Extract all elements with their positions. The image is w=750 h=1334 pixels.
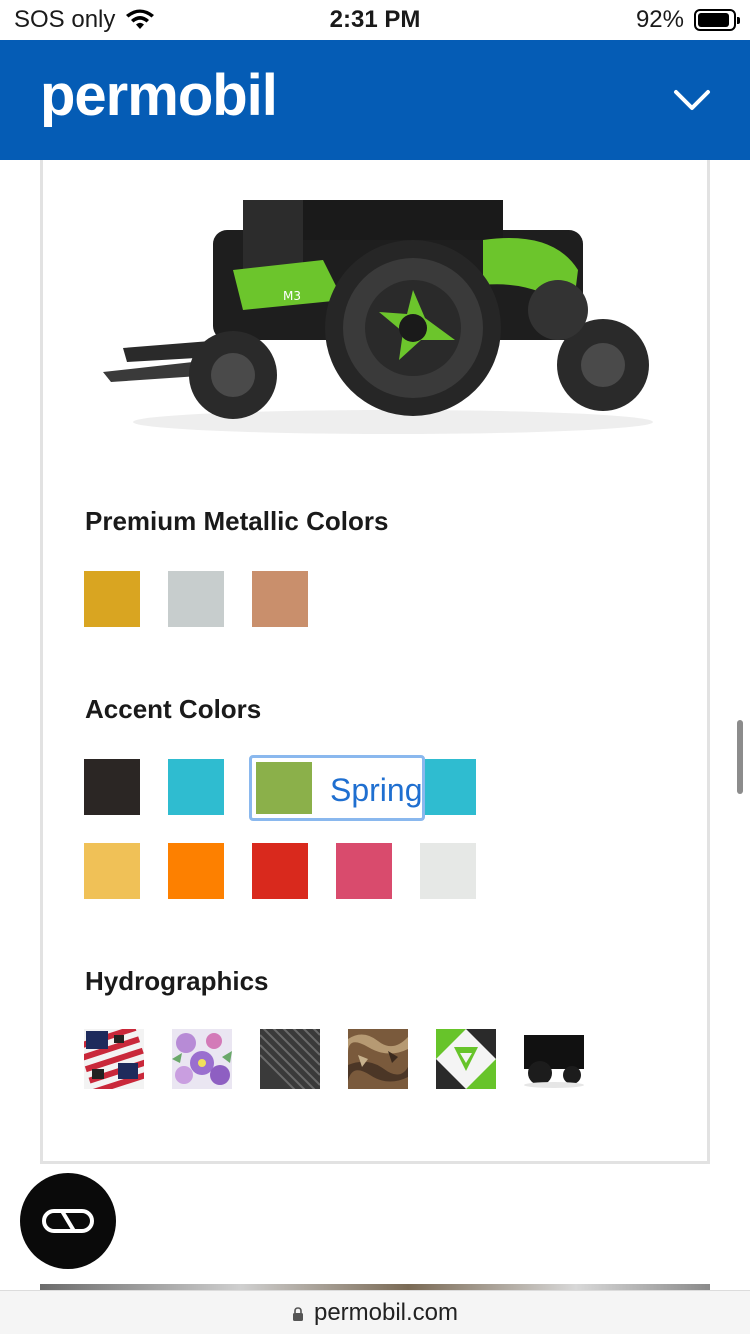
battery-icon xyxy=(694,9,740,31)
accent-color-swatch-2[interactable] xyxy=(168,759,224,815)
m3-badge: M3 xyxy=(283,289,301,303)
premium-color-swatch-2[interactable] xyxy=(168,571,224,627)
accent-color-swatch-5[interactable] xyxy=(420,759,476,815)
url-domain: permobil.com xyxy=(313,1299,459,1326)
hydro-american-flag-swatch[interactable] xyxy=(84,1029,144,1089)
premium-colors-title: Premium Metallic Colors xyxy=(85,506,389,536)
permobil-logo[interactable]: permobil xyxy=(40,62,278,129)
wheelchair-product-image: M3 xyxy=(103,200,653,434)
battery-level xyxy=(698,13,730,27)
hydro-floral-swatch[interactable] xyxy=(172,1029,232,1089)
url-display[interactable]: permobil.com xyxy=(0,1299,750,1327)
color-tooltip[interactable]: Spring xyxy=(249,755,425,821)
battery-percent: 92% xyxy=(635,6,684,33)
accent-color-row2-swatch-1[interactable] xyxy=(84,843,140,899)
browser-url-bar[interactable]: permobil.com xyxy=(0,1290,750,1334)
accent-color-row2-swatch-5[interactable] xyxy=(420,843,476,899)
status-bar: SOS only 2:31 PM 92% xyxy=(0,0,750,40)
tooltip-color-name: Spring xyxy=(330,772,423,808)
menu-toggle-button[interactable] xyxy=(670,78,714,122)
lock-icon xyxy=(292,1307,303,1321)
chevron-down-icon xyxy=(674,90,710,110)
color-options-card: M3 Premium Metallic Colors Accent Colors… xyxy=(40,160,710,1164)
accent-color-row2-swatch-3[interactable] xyxy=(252,843,308,899)
hydrographics-title: Hydrographics xyxy=(85,966,269,996)
accent-color-row2-swatch-2[interactable] xyxy=(168,843,224,899)
hydro-black-chair-swatch[interactable] xyxy=(524,1029,584,1089)
status-right: 92% xyxy=(635,6,740,34)
hydro-green-geometric-swatch[interactable] xyxy=(436,1029,496,1089)
accent-color-row2-swatch-4[interactable] xyxy=(336,843,392,899)
hydro-camo-swatch[interactable] xyxy=(348,1029,408,1089)
premium-color-swatch-1[interactable] xyxy=(84,571,140,627)
scrollbar-thumb[interactable] xyxy=(737,720,743,794)
site-header: permobil xyxy=(0,40,750,160)
tooltip-color-swatch xyxy=(256,762,312,814)
chat-button[interactable] xyxy=(20,1173,116,1269)
hydro-carbon-fiber-swatch[interactable] xyxy=(260,1029,320,1089)
chat-loop-icon xyxy=(42,1209,94,1233)
accent-color-swatch-1[interactable] xyxy=(84,759,140,815)
accent-colors-title: Accent Colors xyxy=(85,694,262,724)
premium-color-swatch-3[interactable] xyxy=(252,571,308,627)
